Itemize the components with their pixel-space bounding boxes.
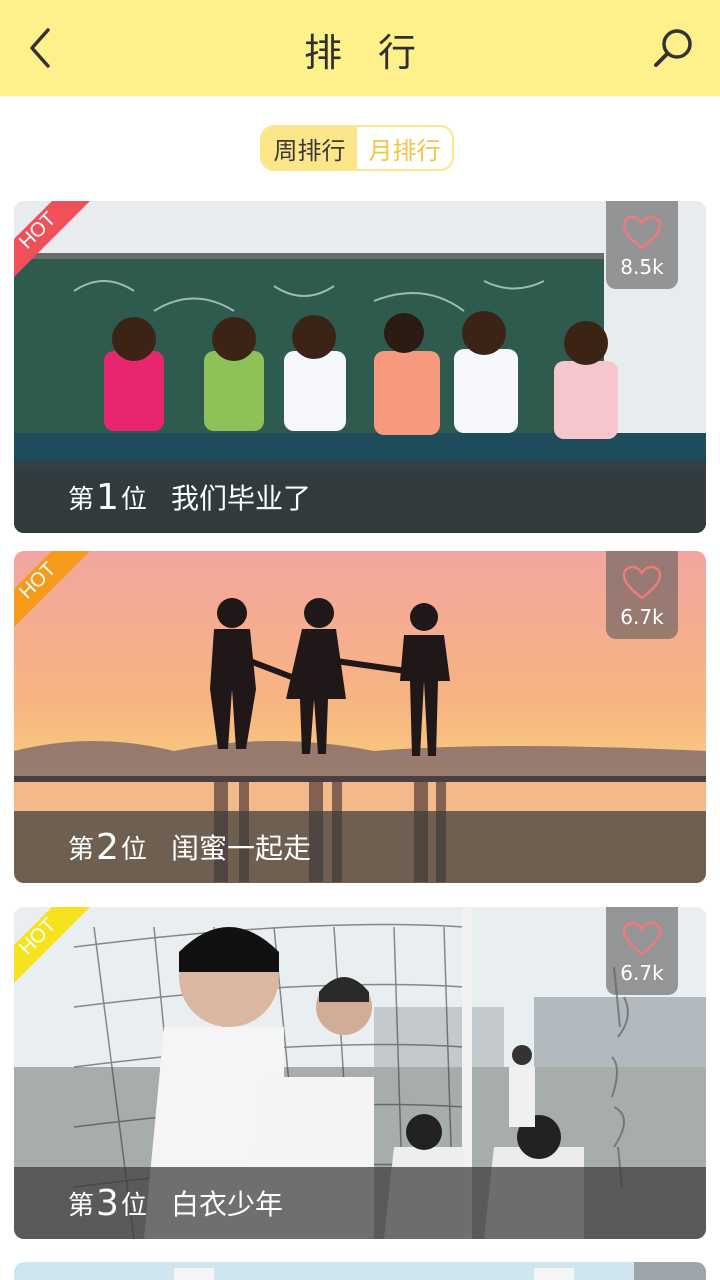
like-button[interactable]: 6.7k (606, 551, 678, 639)
ranking-period-switch: 周排行 月排行 (260, 125, 454, 171)
hot-badge: HOT (14, 201, 90, 277)
hot-badge: HOT (14, 551, 90, 627)
hot-badge: HOT (14, 907, 90, 983)
like-count: 8.5k (620, 255, 664, 279)
page-title: 排 行 (303, 31, 429, 75)
rank-caption: 第 2 位 闺蜜一起走 (14, 811, 706, 883)
ranking-card-1[interactable]: HOT 8.5k 第 1 位 我们毕业了 (14, 201, 706, 533)
search-button[interactable] (648, 22, 700, 74)
ranking-title: 白衣少年 (170, 1188, 283, 1221)
heart-outline-icon (622, 215, 662, 250)
search-icon (654, 29, 692, 67)
rank-prefix: 第 (68, 1190, 95, 1221)
like-count: 6.7k (620, 605, 664, 629)
like-button[interactable]: 8.5k (606, 201, 678, 289)
top-bar: 排 行 (0, 0, 720, 96)
rank-suffix: 位 (120, 484, 147, 515)
tab-monthly[interactable]: 月排行 (357, 127, 452, 169)
tab-weekly[interactable]: 周排行 (262, 127, 357, 169)
ranking-title: 闺蜜一起走 (170, 832, 311, 865)
rank-suffix: 位 (120, 834, 147, 865)
rank-prefix: 第 (68, 484, 95, 515)
rank-number: 2 (96, 826, 119, 868)
heart-outline-icon (622, 921, 662, 956)
rank-prefix: 第 (68, 834, 95, 865)
like-count: 6.7k (620, 961, 664, 985)
ranking-title: 我们毕业了 (170, 482, 311, 515)
card-photo-partial (14, 1262, 706, 1280)
rank-caption: 第 3 位 白衣少年 (14, 1167, 706, 1239)
ranking-card-4-partial[interactable] (14, 1262, 706, 1280)
ranking-card-3[interactable]: HOT 6.7k 第 3 位 白衣少年 (14, 907, 706, 1239)
rank-number: 1 (96, 476, 119, 518)
rank-number: 3 (96, 1182, 119, 1224)
rank-suffix: 位 (120, 1190, 147, 1221)
ranking-card-2[interactable]: HOT 6.7k 第 2 位 闺蜜一起走 (14, 551, 706, 883)
rank-caption: 第 1 位 我们毕业了 (14, 461, 706, 533)
like-button[interactable]: 6.7k (606, 907, 678, 995)
heart-outline-icon (622, 565, 662, 600)
